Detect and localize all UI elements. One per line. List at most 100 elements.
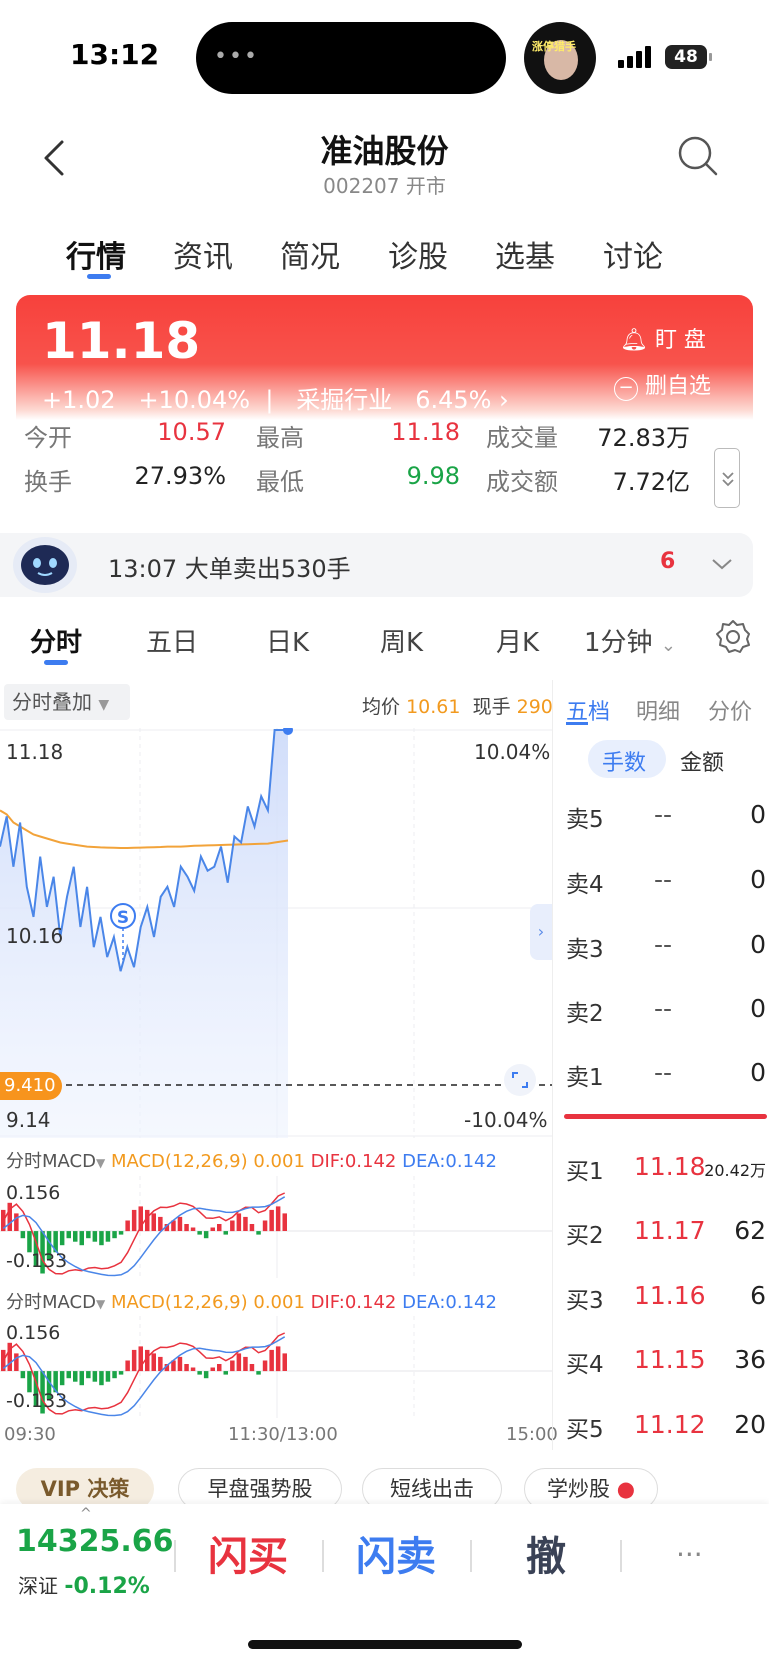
macd-bar bbox=[275, 1346, 281, 1372]
tab-market[interactable]: 行情 bbox=[66, 232, 126, 276]
bid4-price: 11.15 bbox=[634, 1345, 706, 1374]
ask1-price: -- bbox=[654, 1058, 673, 1087]
signal-icon bbox=[618, 46, 651, 68]
tab-active-indicator bbox=[87, 274, 111, 279]
macd-bar bbox=[158, 1216, 163, 1231]
macd-bar bbox=[269, 1209, 274, 1232]
macd-bar bbox=[243, 1216, 248, 1231]
tab-profile[interactable]: 简况 bbox=[280, 232, 340, 276]
unit-tab-amount[interactable]: 金额 bbox=[680, 745, 724, 777]
bid2-label: 买2 bbox=[566, 1223, 604, 1249]
stat-label-high: 最高 bbox=[256, 424, 304, 452]
more-icon[interactable]: ··· bbox=[676, 1538, 703, 1571]
bid1-qty: 20.42万 bbox=[704, 1161, 766, 1180]
fullscreen-icon[interactable] bbox=[504, 1064, 536, 1096]
divider bbox=[174, 1540, 176, 1572]
gear-icon[interactable] bbox=[714, 618, 752, 656]
macd-bar bbox=[92, 1231, 98, 1242]
macd-bar bbox=[105, 1371, 111, 1382]
ask2-price: -- bbox=[654, 994, 673, 1023]
current-vol-label: 现手 bbox=[472, 696, 511, 718]
tab-news[interactable]: 资讯 bbox=[173, 232, 233, 276]
macd-bar bbox=[269, 1349, 274, 1372]
macd2-y-bottom: -0.133 bbox=[6, 1390, 68, 1412]
chevron-right-icon[interactable]: › bbox=[499, 386, 509, 414]
macd2-title: 分时MACD bbox=[6, 1292, 96, 1313]
macd-bar bbox=[203, 1231, 209, 1239]
x-label-close: 15:00 bbox=[506, 1424, 558, 1445]
tab-discuss[interactable]: 讨论 bbox=[603, 232, 663, 276]
battery-tip bbox=[709, 53, 712, 61]
macd-bar bbox=[73, 1371, 78, 1382]
macd1-legend: MACD(12,26,9) 0.001 bbox=[110, 1151, 305, 1172]
bid5-qty: 20 bbox=[734, 1410, 766, 1439]
bid5-price: 11.12 bbox=[634, 1410, 706, 1439]
ask5-label: 卖5 bbox=[566, 807, 604, 833]
macd-bar bbox=[86, 1231, 91, 1239]
bid5-label: 买5 bbox=[566, 1417, 604, 1443]
divider bbox=[620, 1540, 622, 1572]
macd-bar bbox=[282, 1353, 287, 1371]
remove-label: 删自选 bbox=[645, 374, 712, 399]
stat-value-open: 10.57 bbox=[157, 418, 226, 446]
macd-bar bbox=[59, 1371, 65, 1386]
macd-bar bbox=[79, 1371, 84, 1386]
chart-tab-intraday[interactable]: 分时 bbox=[30, 622, 82, 659]
chart-tab-daily[interactable]: 日K bbox=[266, 622, 309, 659]
overlay-dropdown[interactable]: 分时叠加 ▼ bbox=[4, 684, 130, 720]
chip-learn-trading-label: 学炒股 bbox=[547, 1477, 610, 1501]
macd-bar bbox=[203, 1371, 209, 1379]
industry-link[interactable]: 采掘行业 bbox=[296, 386, 392, 414]
macd-bar bbox=[14, 1213, 19, 1231]
expand-panel-button[interactable]: › bbox=[530, 904, 552, 960]
macd-bar bbox=[197, 1231, 202, 1235]
chart-tab-weekly[interactable]: 周K bbox=[380, 622, 423, 659]
cancel-order-button[interactable]: 撤 bbox=[526, 1524, 566, 1582]
macd1-y-top: 0.156 bbox=[6, 1182, 61, 1204]
macd2-dea: DEA:0.142 bbox=[402, 1292, 497, 1313]
chart-tab-1min[interactable]: 1分钟 ⌄ bbox=[584, 622, 676, 659]
ask2-qty: 0 bbox=[750, 994, 766, 1023]
y-label-bottom: 9.14 bbox=[6, 1108, 51, 1132]
triangle-down-icon[interactable]: ▼ bbox=[96, 1156, 105, 1170]
macd-bar bbox=[59, 1231, 65, 1246]
macd-bar bbox=[118, 1371, 124, 1375]
macd-chart-1[interactable] bbox=[0, 1176, 552, 1278]
tab-diagnose[interactable]: 诊股 bbox=[388, 232, 448, 276]
macd-chart-2[interactable] bbox=[0, 1316, 552, 1418]
ask4-label: 卖4 bbox=[566, 872, 604, 898]
search-icon[interactable] bbox=[676, 134, 720, 178]
chart-tab-5day[interactable]: 五日 bbox=[146, 622, 198, 659]
flash-sell-button[interactable]: 闪卖 bbox=[356, 1524, 436, 1582]
macd-bar bbox=[7, 1342, 12, 1371]
macd-bar bbox=[79, 1231, 84, 1246]
watch-button[interactable]: 🔔︎ 盯 盘 bbox=[620, 322, 706, 354]
flash-buy-button[interactable]: 闪买 bbox=[208, 1524, 288, 1582]
ask5-price: -- bbox=[654, 800, 673, 829]
ask4-price: -- bbox=[654, 865, 673, 894]
chart-tab-monthly[interactable]: 月K bbox=[496, 622, 539, 659]
y-label-mid: 10.16 bbox=[6, 924, 64, 948]
ask1-label: 卖1 bbox=[566, 1065, 604, 1091]
triangle-down-icon[interactable]: ▼ bbox=[96, 1297, 105, 1311]
remove-watchlist-button[interactable]: − 删自选 bbox=[614, 368, 711, 401]
clock: 13:12 bbox=[70, 38, 160, 71]
chevron-up-icon[interactable]: ^ bbox=[80, 1506, 92, 1522]
macd2-header: 分时MACD▼ MACD(12,26,9) 0.001 DIF:0.142 DE… bbox=[6, 1288, 497, 1314]
expand-stats-button[interactable] bbox=[714, 448, 740, 508]
alert-count-badge: 6 bbox=[660, 549, 676, 574]
panel-tab-price[interactable]: 分价 bbox=[708, 694, 752, 726]
bid4-qty: 36 bbox=[734, 1345, 766, 1374]
intraday-chart[interactable]: S bbox=[0, 728, 552, 1138]
index-value[interactable]: 14325.66 bbox=[16, 1524, 174, 1559]
macd-bar bbox=[151, 1213, 156, 1231]
orderbook-divider bbox=[564, 1114, 767, 1119]
panel-tab-detail[interactable]: 明细 bbox=[636, 694, 680, 726]
macd-bar bbox=[217, 1224, 222, 1232]
unit-tab-lots[interactable]: 手数 bbox=[602, 745, 646, 777]
macd-bar bbox=[275, 1206, 281, 1232]
chevron-down-icon[interactable] bbox=[710, 556, 734, 572]
tab-funds[interactable]: 选基 bbox=[495, 232, 555, 276]
macd-bar bbox=[190, 1227, 196, 1231]
chevron-down-icon: ⌄ bbox=[660, 635, 676, 656]
